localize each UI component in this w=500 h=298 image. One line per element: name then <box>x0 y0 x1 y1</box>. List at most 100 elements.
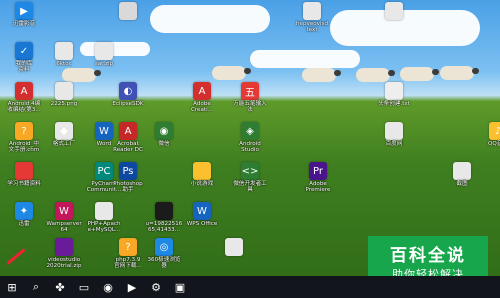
desktop-icon-label: 6ktoc <box>56 61 72 67</box>
desktop-icon[interactable]: Pr Adobe Premiere <box>296 162 340 194</box>
desktop-icon-label: hepveovisd text <box>295 21 329 34</box>
thunder-icon: ✦ <box>15 202 33 220</box>
android-studio-icon: ◈ <box>241 122 259 140</box>
search-button[interactable]: ⌕ <box>24 276 48 298</box>
desktop-icon[interactable]: ♪QQ音乐 <box>476 122 500 147</box>
desktop-icon[interactable]: ? Android_中 文手册.chm <box>2 122 46 154</box>
desktop-icon[interactable]: 截图 <box>440 162 484 187</box>
ime-icon: 五 <box>241 82 259 100</box>
taskbar: ⊞ ⌕ ✤ ▭ ◉ ▶ ⚙ ▣ <box>0 276 500 298</box>
desktop-icon[interactable]: 小说游戏 <box>180 162 224 187</box>
desktop-icon[interactable]: ▶ 迅雷影音 <box>2 2 46 27</box>
desktop-icon[interactable] <box>106 2 150 21</box>
help-icon: ? <box>119 238 137 256</box>
desktop-icon-label: 微信开发者工 具 <box>233 181 267 194</box>
desktop-icon-label: 迅雷影音 <box>12 21 36 27</box>
adobe-icon: A <box>193 82 211 100</box>
browser-360-icon: ◎ <box>155 238 173 256</box>
firefox-icon: ◉ <box>103 280 113 294</box>
desktop-icon[interactable]: ◈ Android Studio <box>228 122 272 154</box>
file-icon <box>303 2 321 20</box>
desktop-icon[interactable]: ✓ 我的库 资料 <box>2 42 46 74</box>
cloud <box>150 5 270 33</box>
red-arrow <box>6 248 26 265</box>
sheep <box>356 68 395 82</box>
explorer-app[interactable]: ▭ <box>72 276 96 298</box>
text-icon <box>385 82 403 100</box>
desktop-icon-label: Android Studio <box>239 141 261 154</box>
desktop-icon-label: Adobe Premiere <box>305 181 331 194</box>
wechat-icon: ◉ <box>155 122 173 140</box>
desktop-icon[interactable]: 五万能五笔输入 法 <box>228 82 272 114</box>
desktop-icon-label: 微信 <box>158 141 170 147</box>
desktop-icon[interactable]: 2225.png <box>42 82 86 107</box>
premiere-icon: Pr <box>309 162 327 180</box>
zip-icon <box>55 238 73 256</box>
desktop-icon[interactable]: ✦ 迅雷 <box>2 202 46 227</box>
desktop-icon[interactable]: sat.zip <box>82 42 126 67</box>
file-icon <box>55 42 73 60</box>
desktop-icon[interactable]: ◎ 360极速浏览 器 <box>142 238 186 270</box>
image-icon <box>55 82 73 100</box>
desktop-icon-label: 迅雷 <box>18 221 30 227</box>
desktop-icon[interactable]: ◆ 格式工厂 <box>42 122 86 147</box>
cloud <box>250 50 360 68</box>
desktop-icon[interactable]: <> 微信开发者工 具 <box>228 162 272 194</box>
desktop-icon-label: 百度网 <box>385 141 403 147</box>
desktop-icon[interactable]: W Wampserver 64 <box>42 202 86 234</box>
wamp-icon: W <box>55 202 73 220</box>
desktop-icon-label: QQ音乐 <box>488 141 500 147</box>
desktop-icon[interactable]: A Android 4编 收编结(第3... <box>2 82 46 114</box>
desktop-icon-label: 学习书籍资料 <box>7 181 41 187</box>
folder-icon <box>453 162 471 180</box>
desktop-icon-label: EclipseSDK <box>112 101 144 107</box>
desktop-icon[interactable]: 头条创建.txt <box>372 82 416 107</box>
store-app[interactable]: ▣ <box>168 276 192 298</box>
folder-icon <box>95 202 113 220</box>
desktop-icon[interactable]: 学习书籍资料 <box>2 162 46 187</box>
desktop-icon[interactable]: W WPS Office <box>180 202 224 227</box>
firefox-app[interactable]: ◉ <box>96 276 120 298</box>
desktop-icon[interactable]: Ps Photoshop 助手 <box>106 162 150 194</box>
desktop-icon-label: WPS Office <box>186 221 218 227</box>
image-icon <box>155 202 173 220</box>
file-icon <box>225 238 243 256</box>
zip-icon <box>95 42 113 60</box>
desktop-icon-label: Android_中 文手册.chm <box>8 141 40 154</box>
chm-icon: ? <box>15 122 33 140</box>
desktop-icon[interactable]: 百度网 <box>372 122 416 147</box>
desktop-icon-label: 我的库 资料 <box>15 61 33 74</box>
desktop-icon[interactable]: PHP+Apach e+MySQL... <box>82 202 126 234</box>
desktop-icon[interactable] <box>212 238 256 257</box>
desktop-icon[interactable]: A Adobe Creati... <box>180 82 224 114</box>
desktop-icon-label: 格式工厂 <box>52 141 76 147</box>
desktop-icon-label: sat.zip <box>94 61 114 67</box>
settings-app[interactable]: ⚙ <box>144 276 168 298</box>
sheep <box>302 68 341 82</box>
desktop-icon[interactable]: videostudio 2020trial.zip <box>42 238 86 270</box>
format-factory-icon: ◆ <box>55 122 73 140</box>
sheep <box>62 68 101 82</box>
watermark-title: 百科全说 <box>390 245 466 266</box>
baidu-icon <box>385 122 403 140</box>
desktop-icon[interactable]: ◉ 微信 <box>142 122 186 147</box>
desktop-icon[interactable]: hepveovisd text <box>290 2 334 34</box>
desktop-icon-label: 2225.png <box>50 101 78 107</box>
folder-icon <box>193 162 211 180</box>
pinwheel-app[interactable]: ✤ <box>48 276 72 298</box>
media-app[interactable]: ▶ <box>120 276 144 298</box>
desktop-icon-label: 万能五笔输入 法 <box>233 101 267 114</box>
eclipse-icon: ◐ <box>119 82 137 100</box>
start-button[interactable]: ⊞ <box>0 276 24 298</box>
desktop-icon[interactable]: 6ktoc <box>42 42 86 67</box>
gear-icon: ⚙ <box>151 280 161 294</box>
desktop-icon-label: Android 4编 收编结(第3... <box>7 101 41 114</box>
desktop-icon-label: 截图 <box>456 181 468 187</box>
file-icon <box>119 2 137 20</box>
sheep <box>212 66 251 80</box>
desktop-icon-label: videostudio 2020trial.zip <box>46 257 82 270</box>
desktop-icon[interactable] <box>372 2 416 21</box>
desktop-icon[interactable]: ◐ EclipseSDK <box>106 82 150 107</box>
desktop-icon-label: 小说游戏 <box>190 181 214 187</box>
desktop-icon-label: PHP+Apach e+MySQL... <box>87 221 121 234</box>
